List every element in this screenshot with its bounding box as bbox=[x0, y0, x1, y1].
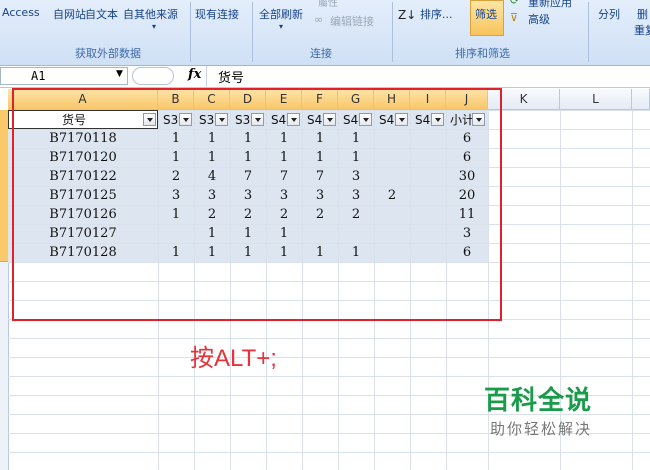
chevron-down-icon: ▾ bbox=[279, 22, 284, 31]
filter-label: 筛选 bbox=[475, 8, 497, 21]
divider bbox=[252, 2, 253, 62]
from-web-button[interactable]: 自网站 bbox=[53, 6, 86, 22]
group-label-connections: 连接 bbox=[310, 47, 332, 60]
watermark-subtitle: 助你轻松解决 bbox=[490, 420, 593, 438]
zoom-slider[interactable] bbox=[132, 67, 174, 85]
advanced-filter-icon: ⊽ bbox=[510, 11, 519, 24]
formula-bar: A1 ▼ fx 货号 bbox=[0, 66, 650, 88]
reapply-button[interactable]: 重新应用 bbox=[528, 0, 572, 10]
name-box[interactable]: A1 bbox=[0, 67, 128, 85]
group-label-external: 获取外部数据 bbox=[75, 47, 141, 60]
column-header-l[interactable]: L bbox=[560, 89, 632, 110]
divider bbox=[190, 2, 191, 62]
sort-button[interactable]: 排序... bbox=[420, 6, 453, 22]
from-access-button[interactable]: Access bbox=[2, 6, 40, 19]
from-other-sources-button[interactable]: 自其他来源 bbox=[123, 6, 178, 22]
chevron-down-icon: ▾ bbox=[152, 22, 157, 31]
advanced-button[interactable]: 高级 bbox=[528, 11, 550, 27]
fx-icon[interactable]: fx bbox=[188, 67, 201, 82]
filter-button[interactable]: 筛选 bbox=[470, 0, 504, 36]
refresh-all-button[interactable]: 全部刷新 bbox=[259, 6, 303, 22]
column-header-m[interactable] bbox=[632, 89, 650, 110]
divider bbox=[588, 2, 589, 62]
row-headers-selected[interactable] bbox=[0, 110, 8, 262]
instruction-text: 按ALT+; bbox=[190, 345, 277, 372]
reapply-icon: ⟳ bbox=[510, 0, 520, 7]
name-box-value: A1 bbox=[31, 69, 46, 83]
remove-duplicates-label: 重复 bbox=[634, 24, 650, 37]
divider bbox=[206, 66, 207, 87]
existing-connections-button[interactable]: 现有连接 bbox=[195, 6, 239, 22]
divider bbox=[392, 2, 393, 62]
highlight-box bbox=[12, 88, 502, 321]
watermark-title: 百科全说 bbox=[484, 386, 593, 416]
text-to-columns-button[interactable]: 分列 bbox=[598, 6, 620, 22]
sort-az-icon[interactable]: Z↓ bbox=[398, 8, 416, 22]
gridline bbox=[632, 110, 633, 470]
group-label-sort-filter: 排序和筛选 bbox=[455, 47, 510, 60]
chevron-down-icon[interactable]: ▼ bbox=[116, 69, 123, 79]
ribbon: Access 自网站 自文本 自其他来源 ▾ 现有连接 全部刷新 ▾ 屬性 ∞ … bbox=[0, 0, 650, 66]
remove-duplicates-button[interactable]: 删 bbox=[637, 6, 648, 22]
formula-content[interactable]: 货号 bbox=[218, 67, 244, 86]
edit-links-button[interactable]: 编辑链接 bbox=[330, 13, 374, 29]
link-icon: ∞ bbox=[314, 13, 324, 26]
properties-button[interactable]: 屬性 bbox=[318, 0, 338, 9]
from-text-button[interactable]: 自文本 bbox=[85, 6, 118, 22]
